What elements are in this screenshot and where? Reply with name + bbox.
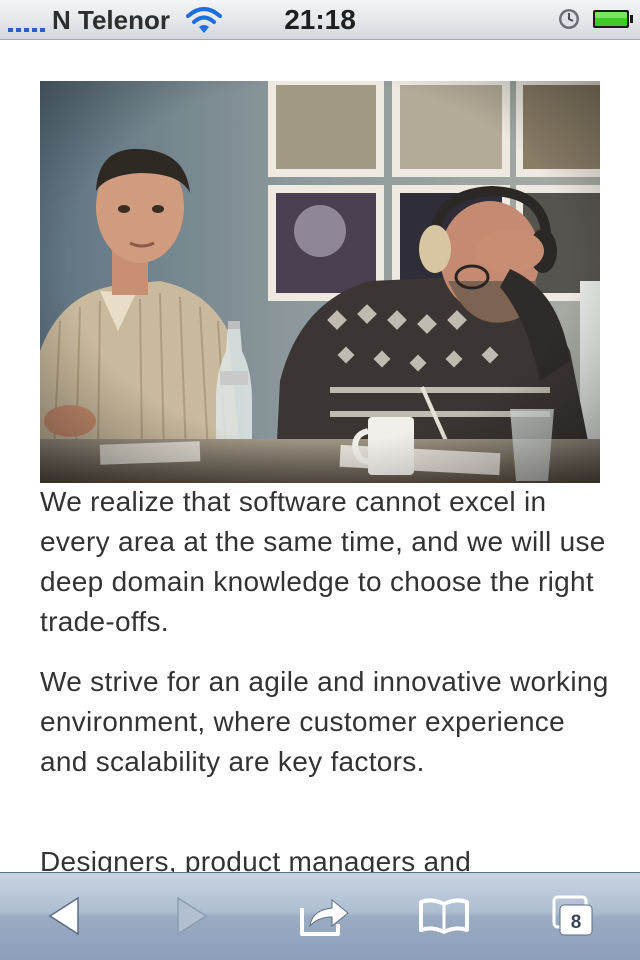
- body-paragraph-2: We strive for an agile and innovative wo…: [40, 666, 609, 777]
- body-paragraph-1: We realize that software cannot excel in…: [40, 486, 606, 637]
- status-bar: N Telenor 21:18: [0, 0, 640, 40]
- tab-count: 8: [570, 912, 582, 933]
- alarm-clock-icon: [559, 9, 579, 29]
- web-content[interactable]: We realize that software cannot excel in…: [0, 40, 640, 872]
- bookmarks-button[interactable]: [414, 891, 474, 941]
- share-icon: [300, 898, 349, 936]
- bookmarks-icon: [419, 898, 469, 934]
- browser-toolbar: 8: [0, 872, 640, 960]
- team-meeting-photo: [40, 81, 600, 483]
- share-button[interactable]: [294, 891, 354, 941]
- battery-icon: [593, 10, 633, 28]
- back-button[interactable]: [34, 891, 94, 941]
- tabs-button[interactable]: 8: [542, 891, 602, 941]
- status-time: 21:18: [284, 4, 356, 35]
- body-paragraph-3: Designers, product managers and: [40, 846, 472, 872]
- safari-screen: N Telenor 21:18 We realize that software…: [0, 0, 640, 960]
- back-arrow-icon: [48, 896, 79, 936]
- forward-arrow-icon: [177, 896, 208, 936]
- forward-button[interactable]: [162, 891, 222, 941]
